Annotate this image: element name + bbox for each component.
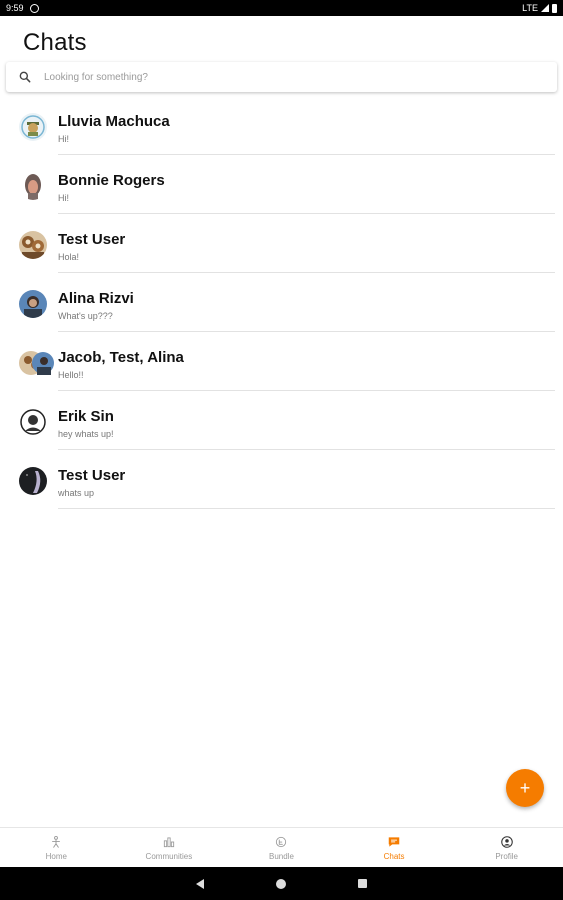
avatar (19, 172, 47, 200)
bundle-icon (276, 836, 287, 848)
new-chat-button[interactable]: + (506, 769, 544, 807)
status-bar: 9:59 LTE (0, 0, 563, 16)
nav-item-chats[interactable]: Chats (338, 828, 451, 867)
nav-item-communities[interactable]: Communities (113, 828, 226, 867)
back-icon[interactable] (196, 878, 204, 889)
avatar (19, 467, 47, 495)
chat-list: Lluvia Machuca Hi! Bonnie Rogers Hi! Tes… (0, 96, 563, 509)
chat-preview: Hi! (58, 134, 69, 144)
search-icon (19, 71, 31, 83)
avatar (19, 408, 47, 436)
chat-name: Jacob, Test, Alina (58, 349, 184, 366)
chat-list-item[interactable]: Test User Hola! (0, 214, 563, 273)
avatar (19, 113, 47, 141)
divider (58, 508, 555, 509)
page-title: Chats (23, 29, 87, 56)
chat-name: Erik Sin (58, 408, 114, 425)
group-avatar-image (19, 351, 54, 375)
avatar-image (19, 290, 47, 318)
chat-name: Alina Rizvi (58, 290, 134, 307)
recent-apps-icon[interactable] (358, 879, 367, 888)
chat-name: Test User (58, 231, 126, 248)
nav-label: Profile (495, 852, 519, 861)
signal-icon (541, 4, 549, 12)
nav-item-bundle[interactable]: Bundle (225, 828, 338, 867)
chat-list-item[interactable]: Erik Sin hey whats up! (0, 391, 563, 450)
chat-list-item[interactable]: Lluvia Machuca Hi! (0, 96, 563, 155)
plus-icon: + (519, 778, 531, 798)
chat-preview: Hi! (58, 193, 69, 203)
chat-list-item[interactable]: Test User whats up (0, 450, 563, 509)
bottom-nav: Home Communities Bundle Chats Profile (0, 827, 563, 867)
person-icon (52, 835, 61, 848)
chat-preview: Hola! (58, 252, 80, 262)
nav-label: Chats (383, 852, 405, 861)
search-bar[interactable] (6, 62, 557, 92)
chat-list-item[interactable]: Jacob, Test, Alina Hello!! (0, 332, 563, 391)
avatar-image (19, 231, 47, 259)
network-type: LTE (522, 3, 538, 13)
chat-preview: hey whats up! (58, 429, 114, 439)
communities-icon (163, 837, 174, 848)
system-nav-bar (0, 867, 563, 900)
profile-icon (500, 836, 513, 848)
status-left: 9:59 (6, 3, 39, 13)
nav-label: Communities (145, 852, 193, 861)
avatar-image (19, 113, 47, 141)
chat-preview: Hello!! (58, 370, 84, 380)
home-circle-icon[interactable] (276, 878, 286, 889)
status-right: LTE (522, 3, 557, 13)
avatar-image (19, 408, 47, 436)
chat-name: Lluvia Machuca (58, 113, 170, 130)
chat-name: Bonnie Rogers (58, 172, 165, 189)
status-time: 9:59 (6, 3, 24, 13)
avatar-group (19, 349, 55, 377)
chat-name: Test User (58, 467, 126, 484)
nav-item-profile[interactable]: Profile (450, 828, 563, 867)
chat-list-item[interactable]: Bonnie Rogers Hi! (0, 155, 563, 214)
nav-item-home[interactable]: Home (0, 828, 113, 867)
battery-icon (552, 3, 557, 13)
chat-list-item[interactable]: Alina Rizvi What's up??? (0, 273, 563, 332)
settings-notification-icon (29, 3, 39, 13)
nav-label: Home (45, 852, 67, 861)
avatar-image (19, 172, 47, 200)
avatar (19, 231, 47, 259)
search-input[interactable] (44, 71, 504, 83)
avatar-image (19, 467, 47, 495)
chat-icon (388, 837, 400, 847)
chat-preview: whats up (58, 488, 95, 498)
nav-label: Bundle (269, 852, 294, 861)
chat-preview: What's up??? (58, 311, 113, 321)
avatar (19, 290, 47, 318)
